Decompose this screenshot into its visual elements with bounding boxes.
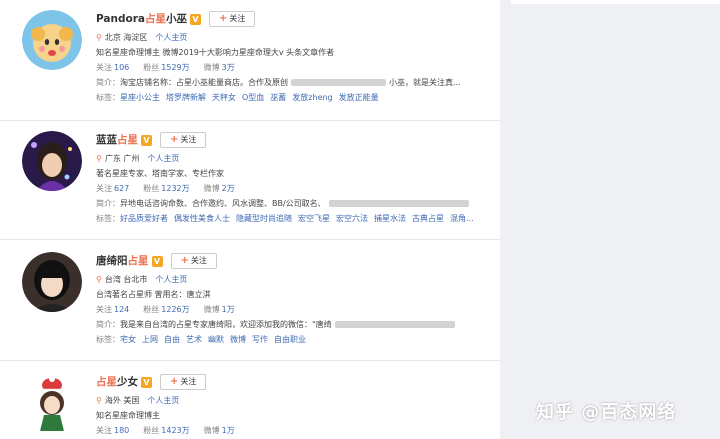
fans-count[interactable]: 1529万 bbox=[161, 63, 189, 72]
verified-badge-icon: V bbox=[141, 134, 152, 146]
user-avatar[interactable] bbox=[22, 131, 82, 191]
user-tag[interactable]: 星座小公主 bbox=[120, 93, 160, 102]
user-location: 北京 海淀区 bbox=[104, 33, 148, 42]
follow-count[interactable]: 627 bbox=[114, 184, 129, 193]
user-info: Pandora占星小巫 V + 关注 ⚲ 北京 海淀区 个人主页 知名星座命理博主 微… bbox=[96, 8, 496, 105]
follow-button[interactable]: + 关注 bbox=[160, 374, 207, 390]
fans-count[interactable]: 1423万 bbox=[161, 426, 189, 435]
user-tag[interactable]: 宏空飞星 bbox=[298, 214, 330, 223]
user-tag[interactable]: 巫蓄 bbox=[270, 93, 286, 102]
homepage-link[interactable]: 个人主页 bbox=[155, 275, 187, 284]
location-pin-icon: ⚲ bbox=[96, 396, 102, 405]
user-tag[interactable]: 艺术 bbox=[186, 335, 202, 344]
user-tag[interactable]: 古典占星 bbox=[412, 214, 444, 223]
follow-count[interactable]: 124 bbox=[114, 305, 129, 314]
user-card: 占星少女 V + 关注 ⚲ 海外 美国 个人主页 知名星座命理博主 关注 180 粉丝 14… bbox=[0, 361, 500, 439]
user-avatar[interactable] bbox=[22, 252, 82, 312]
search-results-panel: Pandora占星小巫 V + 关注 ⚲ 北京 海淀区 个人主页 知名星座命理博主 微… bbox=[0, 0, 500, 439]
user-tag[interactable]: 自由 bbox=[164, 335, 180, 344]
user-tag[interactable]: 偶发性美食人士 bbox=[174, 214, 230, 223]
location-pin-icon: ⚲ bbox=[96, 275, 102, 284]
user-info: 占星少女 V + 关注 ⚲ 海外 美国 个人主页 知名星座命理博主 关注 180 粉丝 14… bbox=[96, 371, 496, 438]
user-location: 海外 美国 bbox=[104, 396, 140, 405]
follow-count[interactable]: 180 bbox=[114, 426, 129, 435]
user-description: 知名星座命理博主 bbox=[96, 411, 160, 420]
user-tag[interactable]: 好品质爱好者 bbox=[120, 214, 168, 223]
follow-button[interactable]: + 关注 bbox=[208, 11, 256, 27]
user-name[interactable]: 占星少女 bbox=[96, 371, 138, 393]
verified-badge-icon: V bbox=[141, 376, 152, 388]
user-tag[interactable]: 写作 bbox=[252, 335, 268, 344]
user-description: 著名星座专家、塔南学家、专栏作家 bbox=[96, 169, 224, 178]
follow-button[interactable]: + 关注 bbox=[170, 253, 217, 269]
redacted-text bbox=[328, 200, 469, 207]
redacted-text bbox=[334, 321, 455, 328]
homepage-link[interactable]: 个人主页 bbox=[147, 154, 179, 163]
fans-count[interactable]: 1232万 bbox=[161, 184, 189, 193]
user-tag[interactable]: 上网 bbox=[142, 335, 158, 344]
weibo-count[interactable]: 1万 bbox=[222, 426, 235, 435]
user-tag[interactable]: 自由职业 bbox=[274, 335, 306, 344]
location-pin-icon: ⚲ bbox=[96, 154, 102, 163]
weibo-count[interactable]: 1万 bbox=[222, 305, 235, 314]
user-bio: 异地电话咨询命数、合作邀约、风水调整、BB/公司取名、 bbox=[120, 199, 326, 208]
user-bio: 我是来自台湾的占星专家唐绮阳，欢迎添加我的微信："唐绮 bbox=[120, 320, 332, 329]
user-tag[interactable]: 宏空六法 bbox=[336, 214, 368, 223]
right-sidebar bbox=[511, 0, 720, 4]
user-tag[interactable]: O型血 bbox=[242, 93, 264, 102]
user-location: 广东 广州 bbox=[104, 154, 140, 163]
user-card: 唐绮阳占星 V + 关注 ⚲ 台湾 台北市 个人主页 台湾著名占星师 曾用名：唐立淇 … bbox=[0, 240, 500, 361]
user-tag[interactable]: 混角... bbox=[450, 214, 474, 223]
user-tag[interactable]: 幽默 bbox=[208, 335, 224, 344]
user-avatar[interactable] bbox=[22, 10, 82, 70]
watermark-text: 知乎 @百态网络 bbox=[536, 402, 677, 423]
homepage-link[interactable]: 个人主页 bbox=[155, 33, 187, 42]
user-tag[interactable]: 发放正能量 bbox=[339, 93, 379, 102]
redacted-text bbox=[291, 79, 386, 86]
user-card: Pandora占星小巫 V + 关注 ⚲ 北京 海淀区 个人主页 知名星座命理博主 微… bbox=[0, 0, 500, 121]
user-location: 台湾 台北市 bbox=[104, 275, 148, 284]
user-tag[interactable]: 捕星水法 bbox=[374, 214, 406, 223]
weibo-count[interactable]: 3万 bbox=[222, 63, 235, 72]
user-description: 知名星座命理博主 微博2019十大影响力星座命理大v 头条文章作者 bbox=[96, 48, 335, 57]
fans-count[interactable]: 1226万 bbox=[161, 305, 189, 314]
user-description: 台湾著名占星师 曾用名：唐立淇 bbox=[96, 290, 211, 299]
user-name[interactable]: 蓝蓝占星 bbox=[96, 129, 138, 151]
user-name[interactable]: 唐绮阳占星 bbox=[96, 250, 149, 272]
user-tag[interactable]: 微博 bbox=[230, 335, 246, 344]
user-info: 唐绮阳占星 V + 关注 ⚲ 台湾 台北市 个人主页 台湾著名占星师 曾用名：唐立淇 … bbox=[96, 250, 496, 347]
user-tag[interactable]: 天秤女 bbox=[212, 93, 236, 102]
user-tag[interactable]: 宅女 bbox=[120, 335, 136, 344]
verified-badge-icon: V bbox=[189, 13, 201, 25]
user-card: 蓝蓝占星 V + 关注 ⚲ 广东 广州 个人主页 著名星座专家、塔南学家、专栏作家 关… bbox=[0, 121, 500, 240]
user-tag[interactable]: 塔罗牌新解 bbox=[166, 93, 206, 102]
user-bio: 淘宝店铺名称：占星小巫能量商店。合作及原创 bbox=[120, 78, 288, 87]
user-info: 蓝蓝占星 V + 关注 ⚲ 广东 广州 个人主页 著名星座专家、塔南学家、专栏作家 关… bbox=[96, 129, 496, 226]
user-avatar[interactable] bbox=[22, 373, 82, 433]
user-tag[interactable]: 隐藏型时尚追随 bbox=[236, 214, 292, 223]
verified-badge-icon: V bbox=[151, 255, 163, 267]
follow-count[interactable]: 106 bbox=[114, 63, 129, 72]
user-tag[interactable]: 发放zheng bbox=[292, 93, 332, 102]
homepage-link[interactable]: 个人主页 bbox=[147, 396, 179, 405]
location-pin-icon: ⚲ bbox=[96, 33, 102, 42]
follow-button[interactable]: + 关注 bbox=[160, 132, 207, 148]
user-name[interactable]: Pandora占星小巫 bbox=[96, 8, 187, 30]
weibo-count[interactable]: 2万 bbox=[222, 184, 235, 193]
